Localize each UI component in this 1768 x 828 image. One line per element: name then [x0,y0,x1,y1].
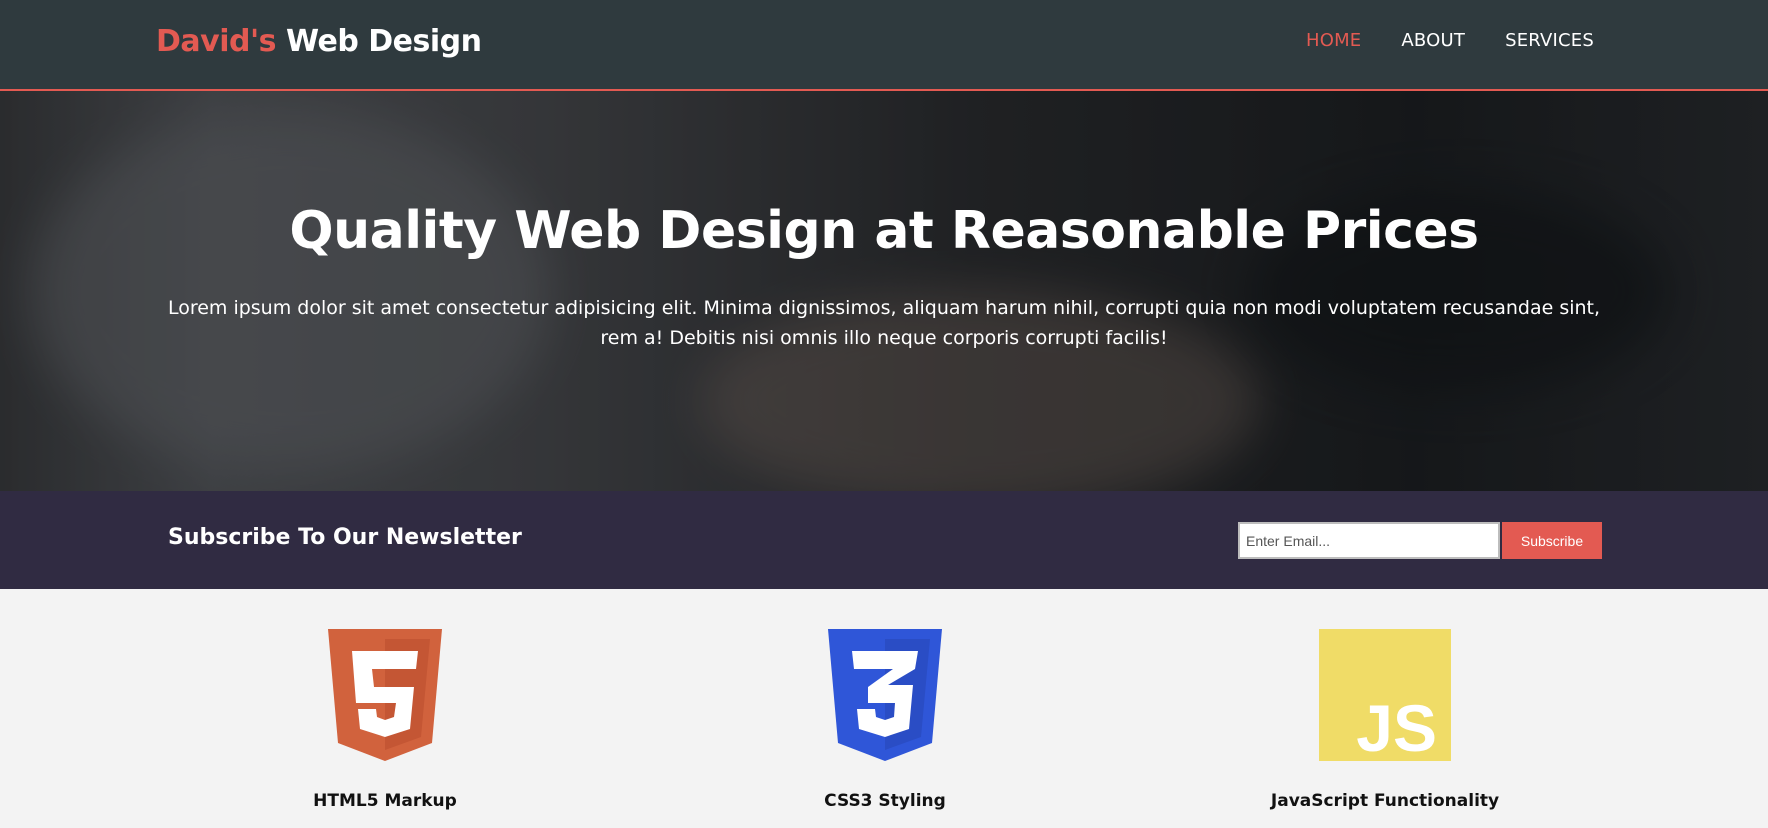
nav-link-services[interactable]: SERVICES [1505,30,1594,51]
html5-icon [328,629,442,761]
newsletter-section: Subscribe To Our Newsletter Subscribe [0,491,1768,589]
feature-title: CSS3 Styling [824,791,946,811]
feature-html5: HTML5 Markup [185,629,585,811]
feature-title: JavaScript Functionality [1270,791,1500,811]
nav-link-home[interactable]: HOME [1306,30,1361,51]
javascript-icon-text: JS [1356,691,1437,761]
nav-link-about[interactable]: ABOUT [1401,30,1465,51]
javascript-icon: JS [1319,629,1451,761]
hero-section: Quality Web Design at Reasonable Prices … [0,91,1768,491]
css3-icon [828,629,942,761]
features-section: HTML5 Markup CSS3 Styling JS JavaScript … [0,589,1768,828]
feature-javascript: JS JavaScript Functionality [1185,629,1585,811]
feature-css3: CSS3 Styling [685,629,1085,811]
brand-name: Web Design [276,24,482,59]
hero-text: Lorem ipsum dolor sit amet consectetur a… [167,297,1601,349]
hero-overlay [0,91,1768,491]
main-nav: HOME ABOUT SERVICES [1306,30,1594,51]
site-header: David's Web Design HOME ABOUT SERVICES [0,0,1768,91]
email-input[interactable] [1238,522,1500,559]
hero-title: Quality Web Design at Reasonable Prices [289,201,1479,261]
feature-title: HTML5 Markup [313,791,457,811]
subscribe-button[interactable]: Subscribe [1502,522,1602,559]
brand-accent: David's [156,24,277,59]
brand-logo[interactable]: David's Web Design [156,24,482,59]
newsletter-title: Subscribe To Our Newsletter [168,525,522,550]
